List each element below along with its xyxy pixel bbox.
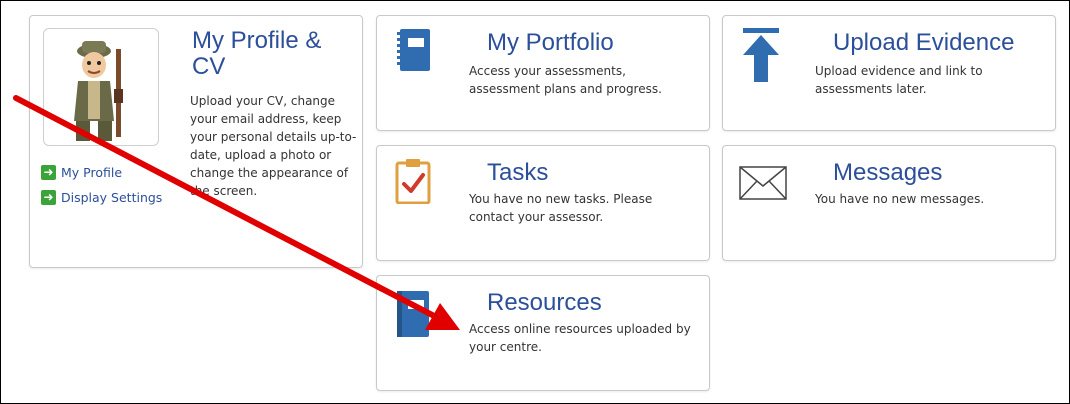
profile-photo-icon	[74, 41, 123, 141]
clipboard-check-icon	[395, 159, 431, 204]
upload-evidence-card-title[interactable]: Upload Evidence	[833, 30, 1014, 56]
book-icon	[397, 291, 429, 337]
profile-card-title[interactable]: My Profile & CV	[192, 28, 352, 80]
upload-arrow-icon	[743, 28, 779, 82]
messages-card[interactable]: Messages You have no new messages.	[722, 145, 1056, 261]
tasks-card[interactable]: Tasks You have no new tasks. Please cont…	[376, 145, 710, 261]
arrow-right-icon: ➜	[41, 189, 56, 205]
resources-card-description: Access online resources uploaded by your…	[469, 322, 691, 354]
tasks-card-title[interactable]: Tasks	[487, 160, 548, 186]
display-settings-link-label: Display Settings	[61, 189, 163, 205]
profile-card-description: Upload your CV, change your email addres…	[190, 94, 357, 198]
resources-card[interactable]: Resources Access online resources upload…	[376, 275, 710, 391]
messages-card-description: You have no new messages.	[815, 192, 985, 206]
messages-card-title[interactable]: Messages	[833, 160, 942, 186]
upload-evidence-card-description: Upload evidence and link to assessments …	[815, 64, 983, 96]
my-profile-link-label: My Profile	[61, 164, 123, 180]
portfolio-card-description: Access your assessments, assessment plan…	[469, 64, 662, 96]
avatar[interactable]	[43, 28, 159, 146]
notebook-icon	[397, 29, 430, 71]
display-settings-link[interactable]: ➜ Display Settings	[41, 188, 162, 206]
envelope-icon	[739, 166, 787, 200]
my-profile-link[interactable]: ➜ My Profile	[41, 163, 122, 181]
portfolio-card-title[interactable]: My Portfolio	[487, 30, 614, 56]
arrow-right-icon: ➜	[41, 164, 56, 180]
resources-card-title[interactable]: Resources	[487, 290, 602, 316]
upload-evidence-card[interactable]: Upload Evidence Upload evidence and link…	[722, 15, 1056, 131]
tasks-card-description: You have no new tasks. Please contact yo…	[469, 192, 653, 224]
portfolio-card[interactable]: My Portfolio Access your assessments, as…	[376, 15, 710, 131]
profile-card: My Profile & CV Upload your CV, change y…	[29, 15, 363, 268]
